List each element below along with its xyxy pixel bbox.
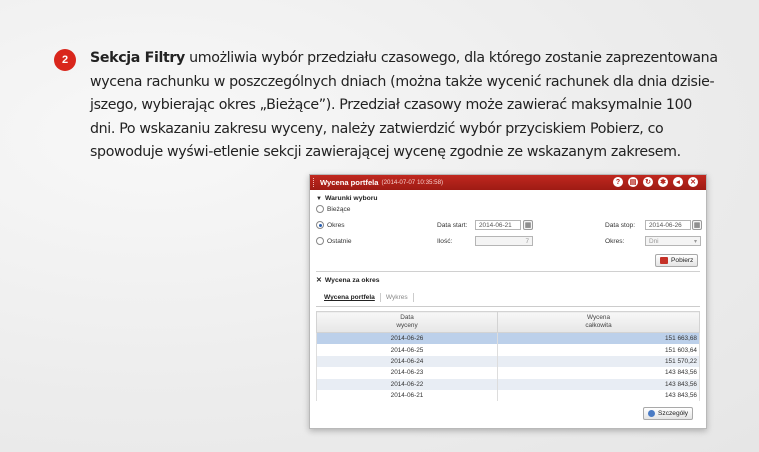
calendar-icon[interactable]: ▦ (692, 220, 702, 230)
portfolio-valuation-window: Wycena portfela (2014-07-07 10:35:58) ? … (309, 174, 707, 429)
table-header-row: Data wyceny Wycena całkowita (316, 311, 700, 333)
window-timestamp: (2014-07-07 10:35:58) (381, 179, 444, 186)
window-titlebar[interactable]: Wycena portfela (2014-07-07 10:35:58) ? … (310, 175, 706, 190)
results-tabs: Wycena portfela Wykres (319, 293, 414, 302)
radio-current[interactable] (316, 205, 324, 213)
row-value: 143 843,56 (497, 367, 700, 379)
close-icon[interactable]: ✕ (688, 177, 698, 187)
intro-paragraph: Sekcja Filtry umożliwia wybór przedziału… (90, 47, 720, 165)
date-start-field[interactable]: 2014-06-21 (475, 220, 521, 230)
row-date: 2014-06-21 (316, 389, 498, 402)
col-date-header-l1: Data (400, 314, 414, 321)
count-field[interactable]: 7 (475, 236, 533, 246)
section-divider (316, 271, 700, 272)
row-date: 2014-06-23 (316, 367, 498, 379)
help-icon[interactable]: ? (613, 177, 623, 187)
fetch-button[interactable]: Pobierz (655, 254, 699, 267)
table-row[interactable]: 2014-06-24 151 570,22 (316, 355, 700, 368)
col-date-header[interactable]: Data wyceny (316, 311, 498, 333)
radio-last[interactable] (316, 237, 324, 245)
row-date: 2014-06-26 (316, 332, 498, 345)
print-icon[interactable]: ▤ (628, 177, 638, 187)
table-row[interactable]: 2014-06-23 143 843,56 (316, 367, 700, 379)
calendar-icon[interactable]: ▦ (523, 220, 533, 230)
row-date: 2014-06-24 (316, 355, 498, 368)
valuation-table: Data wyceny Wycena całkowita 2014-06-26 … (316, 311, 700, 402)
table-row[interactable]: 2014-06-22 143 843,56 (316, 378, 700, 390)
window-title: Wycena portfela (320, 178, 379, 187)
step-number-badge: 2 (54, 49, 76, 71)
details-button-label: Szczegóły (658, 410, 689, 417)
window-controls: ? ▤ ↻ ✱ ◂ ✕ (613, 177, 698, 187)
col-date-header-l2: wyceny (396, 322, 418, 329)
date-stop-label: Data stop: (605, 222, 636, 229)
download-icon (660, 257, 668, 264)
period-select-value: Dni (649, 237, 659, 245)
radio-period-label: Okres (327, 221, 345, 229)
intro-text: umożliwia wybór przedziału czasowego, dl… (90, 50, 718, 161)
radio-current-label: Bieżące (327, 205, 351, 213)
collapse-triangle-icon: ▼ (316, 195, 322, 202)
row-date: 2014-06-22 (316, 378, 498, 390)
results-section-title: Wycena za okres (324, 276, 380, 284)
minimize-icon[interactable]: ◂ (673, 177, 683, 187)
refresh-icon[interactable]: ↻ (643, 177, 653, 187)
date-stop-field[interactable]: 2014-06-26 (645, 220, 691, 230)
row-value: 151 603,64 (497, 344, 700, 356)
row-value: 143 843,56 (497, 389, 700, 402)
table-row[interactable]: 2014-06-26 151 663,68 (316, 332, 700, 345)
chevron-down-icon: ▾ (693, 238, 697, 245)
grip-icon (313, 178, 317, 187)
details-button[interactable]: Szczegóły (643, 407, 694, 420)
collapse-x-icon: ✕ (316, 277, 322, 284)
filters-section-header[interactable]: ▼ Warunki wyboru (316, 195, 378, 202)
tab-chart[interactable]: Wykres (381, 293, 414, 302)
col-value-header-l2: całkowita (585, 322, 612, 329)
row-value: 143 843,56 (497, 378, 700, 390)
row-value: 151 570,22 (497, 355, 700, 368)
table-row[interactable]: 2014-06-25 151 603,64 (316, 344, 700, 356)
row-date: 2014-06-25 (316, 344, 498, 356)
date-start-label: Data start: (437, 222, 468, 229)
period-select[interactable]: Dni ▾ (645, 236, 701, 246)
radio-current-row[interactable]: Bieżące (316, 205, 350, 213)
radio-period-row[interactable]: Okres (316, 221, 345, 229)
row-value: 151 663,68 (497, 332, 700, 345)
filters-section-title: Warunki wyboru (324, 195, 378, 202)
magnifier-icon (648, 410, 655, 417)
intro-lead: Sekcja Filtry (90, 50, 185, 66)
col-value-header-l1: Wycena (586, 314, 611, 321)
fetch-button-label: Pobierz (671, 257, 694, 264)
radio-period[interactable] (316, 221, 324, 229)
col-value-header[interactable]: Wycena całkowita (497, 311, 700, 333)
radio-last-label: Ostatnie (327, 237, 352, 245)
results-section-header[interactable]: ✕ Wycena za okres (316, 276, 380, 285)
tab-underline (316, 306, 700, 307)
count-label: Ilość: (437, 238, 453, 245)
tab-valuation[interactable]: Wycena portfela (319, 293, 381, 302)
radio-last-row[interactable]: Ostatnie (316, 237, 352, 245)
period-label: Okres: (605, 238, 625, 245)
settings-icon[interactable]: ✱ (658, 177, 668, 187)
table-row[interactable]: 2014-06-21 143 843,56 (316, 389, 700, 402)
